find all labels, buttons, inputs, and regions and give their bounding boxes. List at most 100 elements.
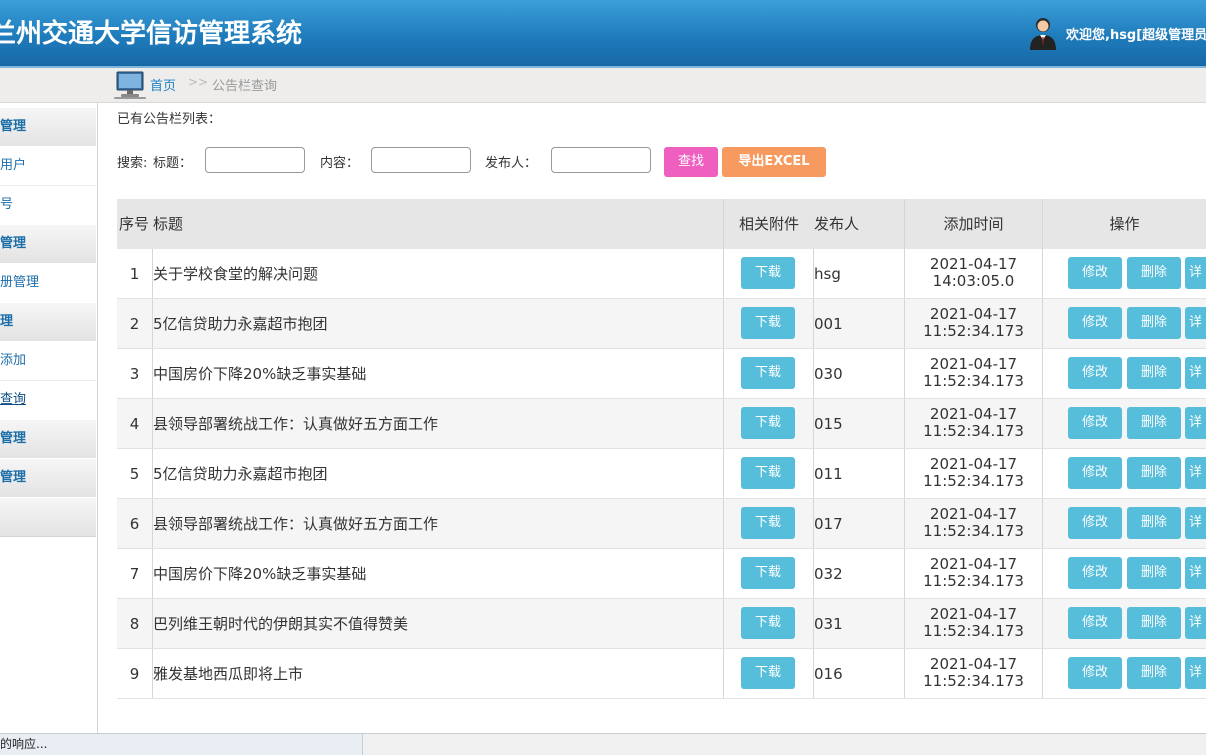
sidebar-item-label: 号 — [0, 197, 14, 212]
row-operations-cell: 修改 删除详 — [1043, 599, 1206, 648]
download-button[interactable]: 下载 — [741, 507, 795, 539]
row-time-cell: 2021-04-17 11:52:34.173 — [905, 449, 1043, 498]
title-search-input[interactable] — [205, 147, 305, 173]
edit-button[interactable]: 修改 — [1068, 557, 1122, 589]
row-time: 11:52:34.173 — [923, 522, 1024, 540]
content-search-input[interactable] — [371, 147, 471, 173]
sidebar-group-4[interactable]: 管理 — [0, 419, 96, 459]
row-attachment-cell: 下载 — [724, 449, 814, 498]
edit-button[interactable]: 修改 — [1068, 657, 1122, 689]
edit-button[interactable]: 修改 — [1068, 257, 1122, 289]
detail-button[interactable]: 详 — [1185, 357, 1206, 389]
row-attachment-cell: 下载 — [724, 349, 814, 398]
sidebar-group-6[interactable] — [0, 497, 96, 537]
export-excel-button[interactable]: 导出EXCEL — [722, 147, 826, 177]
sidebar-group-5[interactable]: 管理 — [0, 458, 96, 498]
browser-status-bar: 的响应... — [0, 733, 363, 755]
row-date: 2021-04-17 — [929, 355, 1018, 373]
row-time: 11:52:34.173 — [923, 572, 1024, 590]
row-operations-cell: 修改 删除详 — [1043, 249, 1206, 298]
detail-button[interactable]: 详 — [1185, 607, 1206, 639]
row-time-cell: 2021-04-17 11:52:34.173 — [905, 549, 1043, 598]
edit-button[interactable]: 修改 — [1068, 307, 1122, 339]
download-button[interactable]: 下载 — [741, 607, 795, 639]
breadcrumb-home-link[interactable]: 首页 — [150, 75, 176, 94]
delete-button[interactable]: 删除 — [1127, 307, 1181, 339]
detail-button[interactable]: 详 — [1185, 507, 1206, 539]
table-row: 3 中国房价下降20%缺乏事实基础 下载 030 2021-04-17 11:52:34.… — [117, 349, 1206, 399]
content-filter-label: 内容： — [320, 156, 360, 171]
status-bar-filler — [363, 733, 1206, 755]
edit-button[interactable]: 修改 — [1068, 607, 1122, 639]
detail-button[interactable]: 详 — [1185, 407, 1206, 439]
sidebar-item-label: 理 — [0, 314, 14, 329]
delete-button[interactable]: 删除 — [1127, 557, 1181, 589]
sidebar-item-add[interactable]: 添加 — [0, 341, 96, 381]
row-time: 11:52:34.173 — [923, 322, 1024, 340]
list-title: 已有公告栏列表： — [117, 112, 222, 127]
row-index: 4 — [117, 399, 153, 448]
row-attachment-cell: 下载 — [724, 599, 814, 648]
row-attachment-cell: 下载 — [724, 499, 814, 548]
sidebar-item-register[interactable]: 册管理 — [0, 263, 96, 303]
sidebar-group-3[interactable]: 理 — [0, 302, 96, 342]
delete-button[interactable]: 删除 — [1127, 607, 1181, 639]
download-button[interactable]: 下载 — [741, 257, 795, 289]
download-button[interactable]: 下载 — [741, 557, 795, 589]
delete-button[interactable]: 删除 — [1127, 357, 1181, 389]
publisher-search-input[interactable] — [551, 147, 651, 173]
sidebar-item-users[interactable]: 用户 — [0, 146, 96, 186]
detail-button[interactable]: 详 — [1185, 307, 1206, 339]
row-title: 县领导部署统战工作：认真做好五方面工作 — [153, 399, 724, 448]
row-publisher: 031 — [814, 599, 905, 648]
row-title: 关于学校食堂的解决问题 — [153, 249, 724, 298]
detail-button[interactable]: 详 — [1185, 657, 1206, 689]
download-button[interactable]: 下载 — [741, 657, 795, 689]
delete-button[interactable]: 删除 — [1127, 257, 1181, 289]
search-button[interactable]: 查找 — [664, 147, 718, 177]
row-time-cell: 2021-04-17 11:52:34.173 — [905, 299, 1043, 348]
row-time: 11:52:34.173 — [923, 422, 1024, 440]
sidebar-group-1[interactable]: 管理 — [0, 107, 96, 147]
sidebar-item-label: 册管理 — [0, 275, 40, 290]
row-index: 2 — [117, 299, 153, 348]
row-date: 2021-04-17 — [929, 505, 1018, 523]
row-time-cell: 2021-04-17 11:52:34.173 — [905, 399, 1043, 448]
delete-button[interactable]: 删除 — [1127, 507, 1181, 539]
delete-button[interactable]: 删除 — [1127, 457, 1181, 489]
row-index: 5 — [117, 449, 153, 498]
sidebar-item-label: 查询 — [0, 392, 27, 407]
welcome-text: 欢迎您,hsg[超级管理员] — [1066, 28, 1206, 43]
row-time-cell: 2021-04-17 14:03:05.0 — [905, 249, 1043, 298]
edit-button[interactable]: 修改 — [1068, 507, 1122, 539]
detail-button[interactable]: 详 — [1185, 257, 1206, 289]
row-operations-cell: 修改 删除详 — [1043, 299, 1206, 348]
row-time: 14:03:05.0 — [932, 272, 1015, 290]
edit-button[interactable]: 修改 — [1068, 357, 1122, 389]
delete-button[interactable]: 删除 — [1127, 407, 1181, 439]
row-time: 11:52:34.173 — [923, 472, 1024, 490]
row-date: 2021-04-17 — [929, 405, 1018, 423]
table-row: 8 巴列维王朝时代的伊朗其实不值得赞美 下载 031 2021-04-17 11:52:3… — [117, 599, 1206, 649]
header-attachment: 相关附件 — [738, 215, 799, 233]
detail-button[interactable]: 详 — [1185, 557, 1206, 589]
delete-button[interactable]: 删除 — [1127, 657, 1181, 689]
edit-button[interactable]: 修改 — [1068, 457, 1122, 489]
table-row: 1 关于学校食堂的解决问题 下载 hsg 2021-04-17 14:03:05.0 修改删… — [117, 249, 1206, 299]
download-button[interactable]: 下载 — [741, 307, 795, 339]
sidebar-item-query[interactable]: 查询 — [0, 381, 96, 420]
edit-button[interactable]: 修改 — [1068, 407, 1122, 439]
row-time-cell: 2021-04-17 11:52:34.173 — [905, 499, 1043, 548]
sidebar-group-2[interactable]: 管理 — [0, 224, 96, 264]
detail-button[interactable]: 详 — [1185, 457, 1206, 489]
row-attachment-cell: 下载 — [724, 649, 814, 698]
download-button[interactable]: 下载 — [741, 457, 795, 489]
sidebar-item-account[interactable]: 号 — [0, 186, 96, 225]
table-row: 6 县领导部署统战工作：认真做好五方面工作 下载 017 2021-04-17 11:52… — [117, 499, 1206, 549]
download-button[interactable]: 下载 — [741, 357, 795, 389]
sidebar-item-label: 添加 — [0, 353, 27, 368]
row-publisher: 016 — [814, 649, 905, 698]
download-button[interactable]: 下载 — [741, 407, 795, 439]
row-operations-cell: 修改 删除详 — [1043, 649, 1206, 698]
sidebar-item-label: 管理 — [0, 431, 27, 446]
